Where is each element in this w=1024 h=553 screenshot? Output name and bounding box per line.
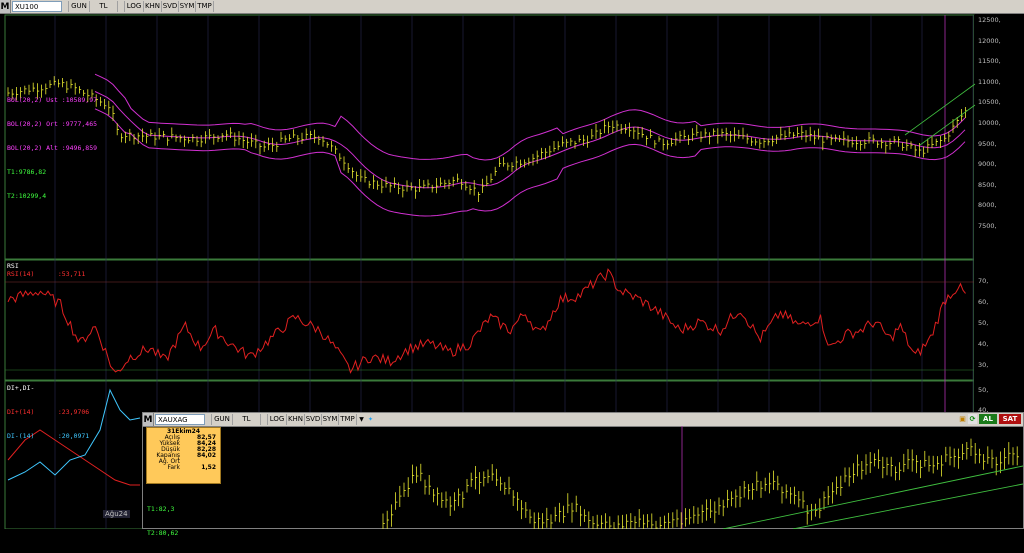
sub-currency-button[interactable]: TL bbox=[233, 414, 261, 425]
price-axis-tick: 10000, bbox=[978, 119, 1001, 127]
rsi-axis-tick: 40, bbox=[978, 340, 989, 348]
price-legend: BOL(20,2) Ust :10589,97 BOL(20,2) Ort :9… bbox=[7, 80, 97, 216]
price-axis-tick: 8500, bbox=[978, 180, 997, 189]
chevron-down-icon[interactable]: ▼ bbox=[357, 414, 366, 425]
rsi-axis-tick: 60, bbox=[978, 298, 989, 306]
rsi-line bbox=[7, 268, 966, 374]
trend-line-upper bbox=[904, 83, 976, 136]
bollinger-middle bbox=[94, 91, 966, 189]
di-minus-label: DI-(14) bbox=[7, 432, 35, 440]
sub-svd-button[interactable]: SVD bbox=[305, 414, 322, 425]
rsi-axis-tick: 70, bbox=[978, 277, 989, 285]
ohlc-info-box: 31Ekim24 Açılış 82,57 Yüksek 84,24 Düşük 82… bbox=[146, 427, 221, 484]
sub-log-button[interactable]: LOG bbox=[267, 414, 287, 425]
di-plus-label: DI+(14) bbox=[7, 408, 35, 416]
ohlc-diff-value: 1,52 bbox=[201, 464, 216, 471]
sub-toolbar: M XAUXAG GUN TL LOG KHN SVD SYM TMP ▼ ✦ bbox=[143, 413, 1023, 427]
sub-tmp-button[interactable]: TMP bbox=[339, 414, 357, 425]
di-plus-value: :23,9706 bbox=[57, 408, 90, 416]
price-axis-tick: 12000, bbox=[978, 36, 1001, 45]
rsi-legend: RSI(14) :53,711 bbox=[7, 270, 85, 278]
trend-line-lower bbox=[919, 104, 976, 146]
sub-chart-window: M XAUXAG GUN TL LOG KHN SVD SYM TMP ▼ ✦ … bbox=[142, 412, 1024, 537]
price-axis-tick: 8000, bbox=[978, 201, 997, 210]
rsi-label: RSI(14) bbox=[7, 270, 35, 278]
sub-khn-button[interactable]: KHN bbox=[287, 414, 305, 425]
di-legend: DI+(14) :23,9706 DI-(14) :20,0971 bbox=[7, 392, 89, 456]
bb-mid-label: BOL(20,2) Ort bbox=[7, 120, 58, 128]
rsi-title: RSI bbox=[7, 262, 19, 270]
di-minus-value: :20,0971 bbox=[57, 432, 90, 440]
bollinger-upper bbox=[94, 73, 966, 161]
di-title: DI+,DI- bbox=[7, 384, 35, 392]
sub-trend-legend: T1:82,3 T2:80,62 bbox=[147, 489, 178, 553]
buy-button[interactable]: AL bbox=[979, 414, 997, 424]
price-axis-tick: 9000, bbox=[978, 160, 997, 169]
sub-trend-t1: T1:82,3 bbox=[147, 505, 175, 513]
ohlc-diff-label: Fark bbox=[167, 464, 180, 471]
price-axis-tick: 7500, bbox=[978, 222, 997, 230]
price-axis-tick: 9500, bbox=[978, 139, 997, 148]
sub-period-button[interactable]: GUN bbox=[211, 414, 233, 425]
rsi-axis-tick: 30, bbox=[978, 361, 989, 369]
rsi-value: :53,711 bbox=[57, 270, 86, 278]
twitter-icon[interactable]: ✦ bbox=[366, 414, 375, 425]
sub-menu-logo-button[interactable]: M bbox=[143, 413, 154, 426]
sub-trend-line-lower bbox=[792, 483, 1023, 529]
date-label: Ağu24 bbox=[103, 510, 130, 518]
price-axis-tick: 12500, bbox=[978, 16, 1001, 24]
bb-mid-value: :9777,465 bbox=[61, 120, 98, 128]
sub-trend-line-upper bbox=[722, 465, 1023, 529]
di-axis-tick: 50, bbox=[978, 386, 989, 394]
price-axis-tick: 11500, bbox=[978, 57, 1001, 66]
bb-upper-value: :10589,97 bbox=[61, 96, 98, 104]
trend-t1-label: T1:9786,82 bbox=[7, 168, 47, 176]
price-axis-tick: 10500, bbox=[978, 98, 1001, 107]
sub-trend-t2: T2:80,62 bbox=[147, 529, 179, 537]
price-axis-tick: 11000, bbox=[978, 77, 1001, 86]
sub-sym-button[interactable]: SYM bbox=[322, 414, 339, 425]
bb-lower-label: BOL(20,2) Alt bbox=[7, 144, 58, 152]
sub-price-chart[interactable] bbox=[143, 426, 1023, 529]
bb-upper-label: BOL(20,2) Ust bbox=[7, 96, 58, 104]
trend-t2-label: T2:10299,4 bbox=[7, 192, 47, 200]
sub-symbol-input[interactable]: XAUXAG bbox=[155, 414, 205, 425]
rsi-axis-tick: 50, bbox=[978, 319, 989, 327]
bb-lower-value: :9496,859 bbox=[61, 144, 98, 152]
sell-button[interactable]: SAT bbox=[999, 414, 1021, 424]
ohlc-row-diff: Fark 1,52 bbox=[147, 465, 220, 471]
lock-icon[interactable]: ▣ bbox=[958, 414, 967, 424]
link-icon[interactable]: ⟳ bbox=[968, 414, 977, 424]
